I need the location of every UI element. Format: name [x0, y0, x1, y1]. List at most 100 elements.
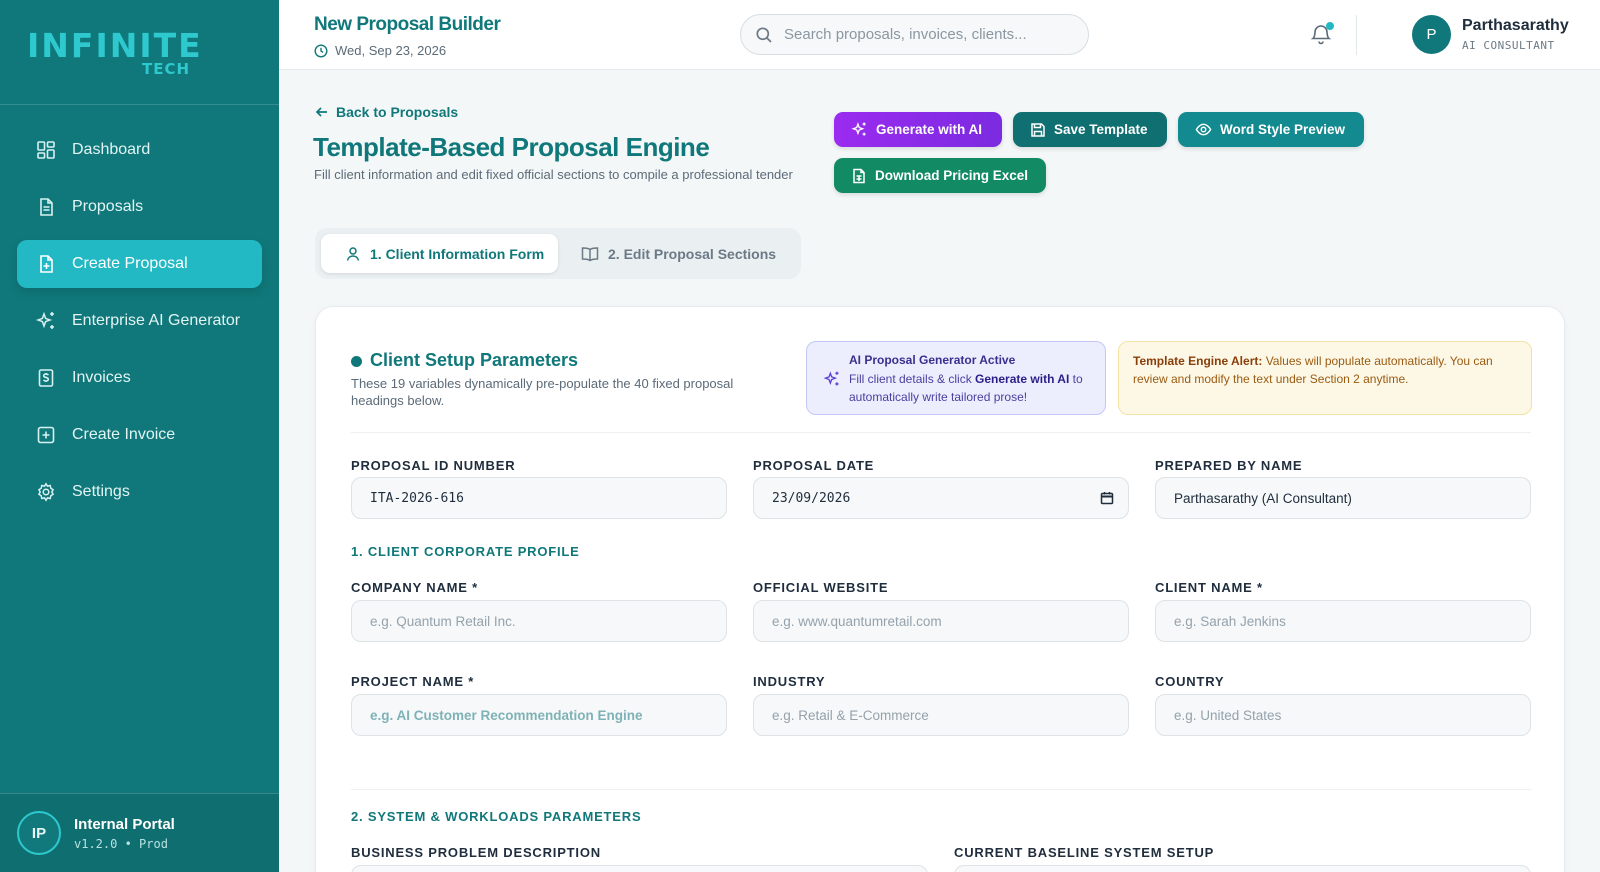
eye-icon [1195, 123, 1212, 136]
generate-ai-button[interactable]: Generate with AI [834, 112, 1002, 147]
baseline-system-label: CURRENT BASELINE SYSTEM SETUP [954, 845, 1215, 860]
plus-square-icon [35, 424, 57, 446]
industry-field[interactable] [753, 694, 1129, 736]
search-input[interactable] [784, 26, 1064, 43]
tab-label: 2. Edit Proposal Sections [608, 245, 777, 262]
country-input[interactable] [1174, 707, 1516, 723]
page-subtitle: Fill client information and edit fixed o… [314, 167, 793, 182]
sidebar-item-enterprise-ai[interactable]: Enterprise AI Generator [17, 297, 262, 345]
prepared-by-input[interactable] [1174, 490, 1516, 506]
client-name-field[interactable] [1155, 600, 1531, 642]
portal-avatar: IP [17, 811, 61, 855]
save-template-label: Save Template [1054, 122, 1148, 137]
sidebar-item-label: Settings [72, 483, 130, 500]
download-excel-label: Download Pricing Excel [875, 168, 1029, 183]
section-subtitle: These 19 variables dynamically pre-popul… [351, 376, 734, 408]
gear-icon [35, 481, 57, 503]
user-name[interactable]: Parthasarathy [1462, 17, 1569, 35]
user-avatar[interactable]: P [1412, 15, 1451, 54]
baseline-system-field[interactable] [954, 865, 1531, 872]
document-icon [35, 196, 57, 218]
sidebar-item-dashboard[interactable]: Dashboard [17, 126, 262, 174]
business-problem-field[interactable] [351, 865, 928, 872]
company-name-field[interactable] [351, 600, 727, 642]
header-date: Wed, Sep 23, 2026 [314, 43, 446, 58]
company-name-input[interactable] [370, 613, 712, 629]
country-field[interactable] [1155, 694, 1531, 736]
sidebar-footer: IP Internal Portal v1.2.0 • Prod [0, 793, 279, 872]
website-label: OFFICIAL WEBSITE [753, 580, 889, 595]
sidebar-item-create-invoice[interactable]: Create Invoice [17, 411, 262, 459]
generate-ai-label: Generate with AI [876, 122, 983, 137]
sidebar-item-label: Enterprise AI Generator [72, 312, 241, 329]
sidebar-item-label: Dashboard [72, 141, 151, 158]
header-divider [1356, 15, 1357, 55]
header-date-text: Wed, Sep 23, 2026 [335, 43, 447, 58]
word-preview-label: Word Style Preview [1220, 122, 1346, 137]
book-icon [581, 246, 599, 261]
user-role: AI CONSULTANT [1462, 39, 1555, 52]
sidebar-item-create-proposal[interactable]: Create Proposal [17, 240, 262, 288]
spreadsheet-icon [853, 168, 865, 183]
industry-label: INDUSTRY [753, 674, 826, 689]
file-plus-icon [35, 253, 57, 275]
portal-title: Internal Portal [74, 815, 175, 833]
prepared-by-label: PREPARED BY NAME [1155, 458, 1303, 473]
sparkles-icon [35, 310, 57, 332]
proposal-date-field[interactable] [753, 477, 1129, 519]
proposal-id-label: PROPOSAL ID NUMBER [351, 458, 516, 473]
calendar-icon[interactable] [1100, 491, 1114, 505]
website-field[interactable] [753, 600, 1129, 642]
client-name-input[interactable] [1174, 613, 1516, 629]
company-name-label: COMPANY NAME * [351, 580, 479, 595]
ai-notice-text: Fill client details & click Generate wit… [849, 372, 1083, 404]
sidebar-item-invoices[interactable]: Invoices [17, 354, 262, 402]
save-icon [1031, 122, 1045, 137]
page-title: Template-Based Proposal Engine [313, 132, 710, 162]
logo-sub: TECH [142, 60, 191, 78]
sparkles-icon [823, 371, 839, 386]
search-icon [756, 26, 772, 43]
project-name-field[interactable] [351, 694, 727, 736]
project-name-label: PROJECT NAME * [351, 674, 475, 689]
tab-label: 1. Client Information Form [370, 245, 545, 262]
tab-edit-sections[interactable]: 2. Edit Proposal Sections [581, 234, 791, 273]
dashboard-icon [35, 139, 57, 161]
alert-title: Template Engine Alert: [1133, 354, 1263, 368]
sparkles-icon [851, 122, 866, 136]
sidebar-item-settings[interactable]: Settings [17, 468, 262, 516]
business-problem-label: BUSINESS PROBLEM DESCRIPTION [351, 845, 601, 860]
back-label: Back to Proposals [336, 104, 459, 120]
notifications-button[interactable] [1309, 22, 1335, 48]
client-name-label: CLIENT NAME * [1155, 580, 1263, 595]
sidebar-item-proposals[interactable]: Proposals [17, 183, 262, 231]
ai-notice-title: AI Proposal Generator Active [849, 353, 1016, 367]
proposal-id-field[interactable] [351, 477, 727, 519]
prepared-by-field[interactable] [1155, 477, 1531, 519]
save-template-button[interactable]: Save Template [1013, 112, 1167, 147]
template-engine-alert: Template Engine Alert: Values will popul… [1118, 341, 1532, 415]
industry-input[interactable] [772, 707, 1114, 723]
proposal-id-input[interactable] [370, 490, 712, 506]
website-input[interactable] [772, 613, 1114, 629]
divider [351, 789, 1531, 790]
download-excel-button[interactable]: Download Pricing Excel [834, 158, 1046, 193]
sidebar: INFINITE TECH Dashboard Proposals Create… [0, 0, 279, 872]
clock-icon [314, 43, 328, 58]
notification-dot [1326, 22, 1334, 30]
proposal-date-input[interactable] [772, 490, 1094, 506]
country-label: COUNTRY [1155, 674, 1225, 689]
section-title: Client Setup Parameters [370, 350, 579, 370]
back-to-proposals-link[interactable]: Back to Proposals [315, 104, 458, 120]
system-params-heading: 2. SYSTEM & WORKLOADS PARAMETERS [351, 809, 642, 824]
tab-client-information[interactable]: 1. Client Information Form [321, 234, 558, 273]
brand-logo[interactable]: INFINITE TECH [0, 0, 279, 105]
divider [351, 432, 1531, 433]
search-bar[interactable] [740, 14, 1089, 55]
word-preview-button[interactable]: Word Style Preview [1178, 112, 1364, 147]
ai-generator-notice: AI Proposal Generator Active Fill client… [806, 341, 1106, 415]
top-header: New Proposal Builder Wed, Sep 23, 2026 P… [279, 0, 1600, 70]
section-dot [351, 356, 362, 367]
sidebar-nav: Dashboard Proposals Create Proposal Ente… [17, 126, 262, 525]
project-name-input[interactable] [370, 707, 712, 723]
